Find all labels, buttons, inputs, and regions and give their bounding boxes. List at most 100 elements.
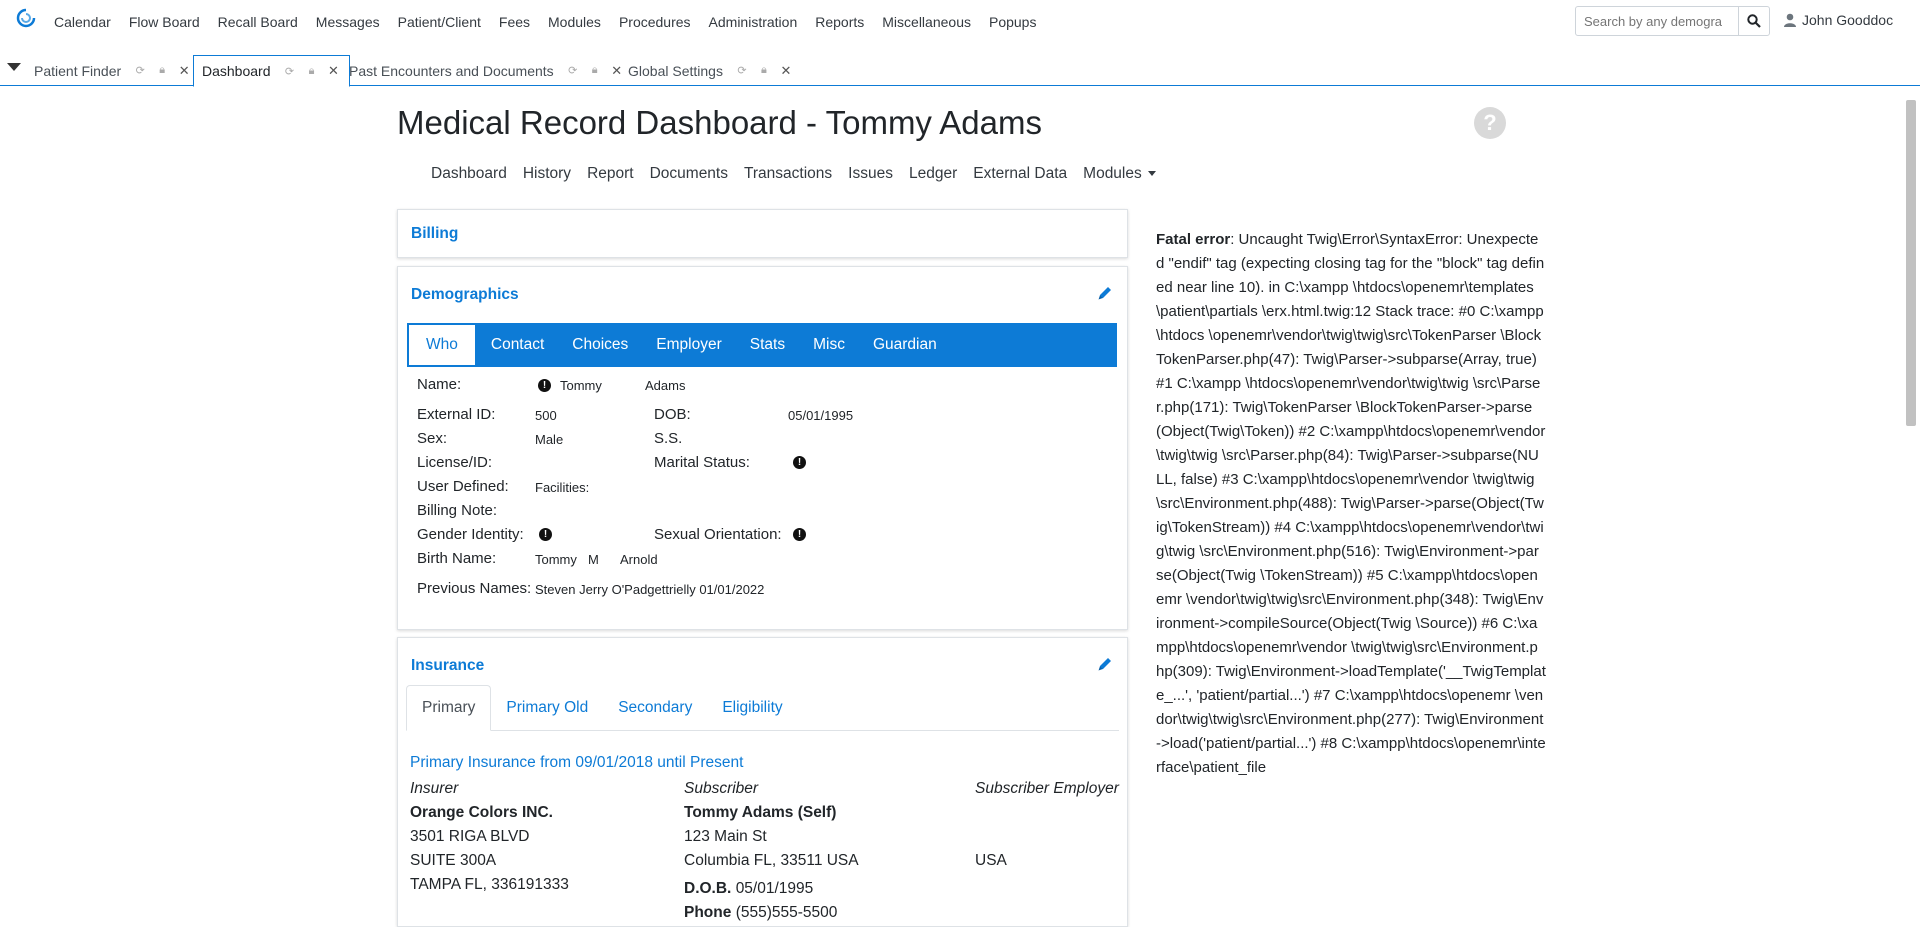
close-icon[interactable]: ✕: [779, 63, 793, 78]
subnav-transactions[interactable]: Transactions: [744, 165, 832, 183]
menu-calendar[interactable]: Calendar: [54, 14, 120, 30]
label-billing-note: Billing Note:: [417, 502, 498, 519]
subscriber-dob: D.O.B. 05/01/1995: [684, 877, 859, 901]
menu-patient-client[interactable]: Patient/Client: [389, 14, 490, 30]
subscriber-heading: Subscriber: [684, 780, 759, 797]
info-icon: !: [793, 456, 806, 469]
menu-modules[interactable]: Modules: [539, 14, 610, 30]
tab-who[interactable]: Who: [409, 325, 475, 365]
lock-icon[interactable]: 🔒︎: [588, 64, 602, 78]
refresh-icon[interactable]: ⟳: [133, 64, 147, 78]
subscriber-phone: Phone (555)555-5500: [684, 901, 859, 925]
subscriber-column: Subscriber Tommy Adams (Self) 123 Main S…: [684, 777, 859, 925]
subnav-ledger[interactable]: Ledger: [909, 165, 957, 183]
value-dob: 05/01/1995: [788, 408, 854, 423]
tab-patient-finder[interactable]: Patient Finder ⟳ 🔒︎ ✕: [26, 55, 199, 86]
tab-global-settings[interactable]: Global Settings ⟳ 🔒︎ ✕: [620, 55, 801, 86]
tab-eligibility[interactable]: Eligibility: [707, 685, 797, 730]
patient-search-input[interactable]: [1575, 6, 1740, 36]
close-icon[interactable]: ✕: [177, 63, 191, 78]
label-previous-names: Previous Names:: [417, 580, 532, 597]
subnav-report[interactable]: Report: [587, 165, 634, 183]
insurer-column: Insurer Orange Colors INC. 3501 RIGA BLV…: [410, 777, 569, 897]
demographics-card: Demographics Who Contact Choices Employe…: [397, 266, 1128, 630]
tab-contact[interactable]: Contact: [477, 323, 558, 367]
tab-guardian[interactable]: Guardian: [859, 323, 951, 367]
tab-misc[interactable]: Misc: [799, 323, 859, 367]
tab-primary[interactable]: Primary: [406, 685, 492, 731]
top-navbar: Calendar Flow Board Recall Board Message…: [0, 0, 1920, 44]
tab-menu-toggle-icon[interactable]: [7, 63, 21, 71]
page-scrollbar[interactable]: [1906, 100, 1916, 426]
lock-icon[interactable]: 🔒︎: [155, 64, 169, 78]
billing-title[interactable]: Billing: [411, 225, 458, 243]
value-previous-names: Steven Jerry O'Padgettrielly 01/01/2022: [535, 582, 765, 597]
refresh-icon[interactable]: ⟳: [735, 64, 749, 78]
insurance-period-link[interactable]: Primary Insurance from 09/01/2018 until …: [410, 754, 743, 772]
tab-label: Patient Finder: [34, 62, 122, 79]
lock-icon[interactable]: 🔒︎: [305, 64, 319, 78]
menu-popups[interactable]: Popups: [980, 14, 1045, 30]
value-last-name: Adams: [645, 378, 686, 393]
pencil-icon[interactable]: [1097, 285, 1113, 301]
value-external-id: 500: [535, 408, 557, 423]
tab-bar: Patient Finder ⟳ 🔒︎ ✕ Dashboard ⟳ 🔒︎ ✕ P…: [0, 55, 1920, 87]
error-text: : Uncaught Twig\Error\SyntaxError: Unexp…: [1156, 231, 1546, 776]
tab-stats[interactable]: Stats: [736, 323, 799, 367]
insurance-tabs: Primary Primary Old Secondary Eligibilit…: [406, 685, 1119, 731]
pencil-icon[interactable]: [1097, 656, 1113, 672]
employer-country: USA: [975, 852, 1007, 869]
label-birth-name: Birth Name:: [417, 550, 497, 567]
value-facilities: Facilities:: [535, 480, 590, 495]
close-icon[interactable]: ✕: [327, 63, 341, 78]
error-label: Fatal error: [1156, 231, 1231, 248]
menu-administration[interactable]: Administration: [700, 14, 807, 30]
value-first-name: Tommy: [560, 378, 602, 393]
tab-label: Dashboard: [202, 63, 271, 79]
tab-secondary[interactable]: Secondary: [603, 685, 707, 730]
label-marital-status: Marital Status:: [654, 454, 750, 471]
menu-procedures[interactable]: Procedures: [610, 14, 700, 30]
tab-label: Global Settings: [628, 62, 723, 79]
refresh-icon[interactable]: ⟳: [566, 64, 580, 78]
info-icon: !: [539, 528, 552, 541]
subnav-documents[interactable]: Documents: [650, 165, 728, 183]
tab-primary-old[interactable]: Primary Old: [491, 685, 603, 730]
subnav-issues[interactable]: Issues: [848, 165, 893, 183]
demographics-tabs: Who Contact Choices Employer Stats Misc …: [407, 323, 1117, 367]
menu-flow-board[interactable]: Flow Board: [120, 14, 209, 30]
insurance-title[interactable]: Insurance: [411, 657, 484, 675]
menu-messages[interactable]: Messages: [307, 14, 389, 30]
menu-reports[interactable]: Reports: [806, 14, 873, 30]
demographics-title[interactable]: Demographics: [411, 286, 519, 304]
value-sex: Male: [535, 432, 564, 447]
label-name: Name:: [417, 376, 462, 393]
user-icon: [1784, 13, 1796, 27]
menu-fees[interactable]: Fees: [490, 14, 539, 30]
value-birth-middle: M: [588, 552, 599, 567]
tab-past-encounters[interactable]: Past Encounters and Documents ⟳ 🔒︎ ✕: [341, 55, 632, 86]
tab-choices[interactable]: Choices: [558, 323, 642, 367]
value-birth-last: Arnold: [620, 552, 658, 567]
user-menu[interactable]: John Gooddoc: [1784, 12, 1893, 28]
tab-dashboard[interactable]: Dashboard ⟳ 🔒︎ ✕: [193, 55, 350, 87]
subnav-external-data[interactable]: External Data: [973, 165, 1067, 183]
refresh-icon[interactable]: ⟳: [283, 64, 297, 78]
label-sexual-orientation: Sexual Orientation:: [654, 526, 782, 543]
search-icon: [1747, 14, 1761, 28]
search-button[interactable]: [1738, 6, 1770, 36]
subnav-dashboard[interactable]: Dashboard: [431, 165, 507, 183]
employer-column: Subscriber Employer USA: [975, 777, 1119, 873]
menu-recall-board[interactable]: Recall Board: [209, 14, 307, 30]
lock-icon[interactable]: 🔒︎: [757, 64, 771, 78]
menu-miscellaneous[interactable]: Miscellaneous: [873, 14, 980, 30]
tab-employer[interactable]: Employer: [642, 323, 735, 367]
subnav-history[interactable]: History: [523, 165, 571, 183]
insurer-name: Orange Colors INC.: [410, 804, 553, 821]
patient-subnav: Dashboard History Report Documents Trans…: [431, 165, 1172, 183]
label-dob: DOB:: [654, 406, 691, 423]
subnav-modules[interactable]: Modules: [1083, 165, 1156, 183]
openemr-logo-icon[interactable]: [16, 8, 36, 28]
help-icon[interactable]: ?: [1474, 107, 1506, 139]
label-ss: S.S.: [654, 430, 683, 447]
